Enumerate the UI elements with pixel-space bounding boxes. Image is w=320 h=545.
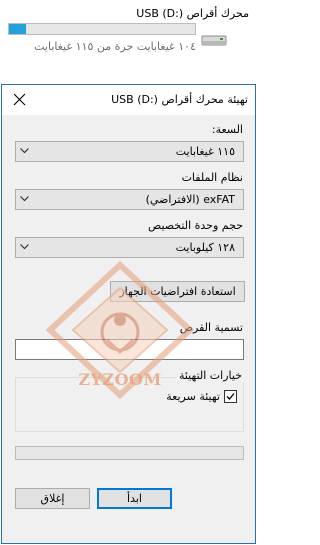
drive-usage-fill <box>9 24 26 34</box>
close-button[interactable] <box>2 85 38 115</box>
drive-free-space: ١٠٤ غيغابايت حرة من ١١٥ غيغابايت <box>34 40 196 53</box>
file-system-label: نظام الملفات <box>181 171 243 184</box>
capacity-value: ١١٥ غيغابايت <box>175 145 235 158</box>
drive-usage-bar <box>8 23 196 35</box>
close-dialog-button[interactable]: إغلاق <box>15 488 90 509</box>
drive-name: محرك أقراص USB (D:) <box>136 7 249 20</box>
title-bar: تهيئة محرك أقراص USB (D:) <box>2 85 255 115</box>
allocation-value: ١٢٨ كيلوبايت <box>175 241 235 254</box>
allocation-label: حجم وحدة التخصيص <box>147 219 243 232</box>
chevron-down-icon <box>20 148 29 154</box>
close-icon <box>13 93 26 106</box>
quick-format-checkbox[interactable] <box>224 390 237 403</box>
chevron-down-icon <box>20 244 29 250</box>
format-progress-bar <box>15 446 244 460</box>
checkmark-icon <box>226 393 235 400</box>
watermark-text: ZYZOOM <box>78 370 162 389</box>
allocation-select[interactable]: ١٢٨ كيلوبايت <box>15 237 244 258</box>
usb-drive-icon <box>201 35 227 46</box>
start-button[interactable]: ابدأ <box>97 488 172 509</box>
capacity-label: السعة: <box>211 123 243 136</box>
file-system-select[interactable]: exFAT (الافتراضي) <box>15 189 244 210</box>
dialog-title: تهيئة محرك أقراص USB (D:) <box>111 93 248 106</box>
watermark-logo <box>45 260 195 400</box>
chevron-down-icon <box>20 196 29 202</box>
drive-tile[interactable]: محرك أقراص USB (D:) ١٠٤ غيغابايت حرة من … <box>0 0 257 62</box>
file-system-value: exFAT (الافتراضي) <box>145 193 235 206</box>
capacity-select[interactable]: ١١٥ غيغابايت <box>15 141 244 162</box>
